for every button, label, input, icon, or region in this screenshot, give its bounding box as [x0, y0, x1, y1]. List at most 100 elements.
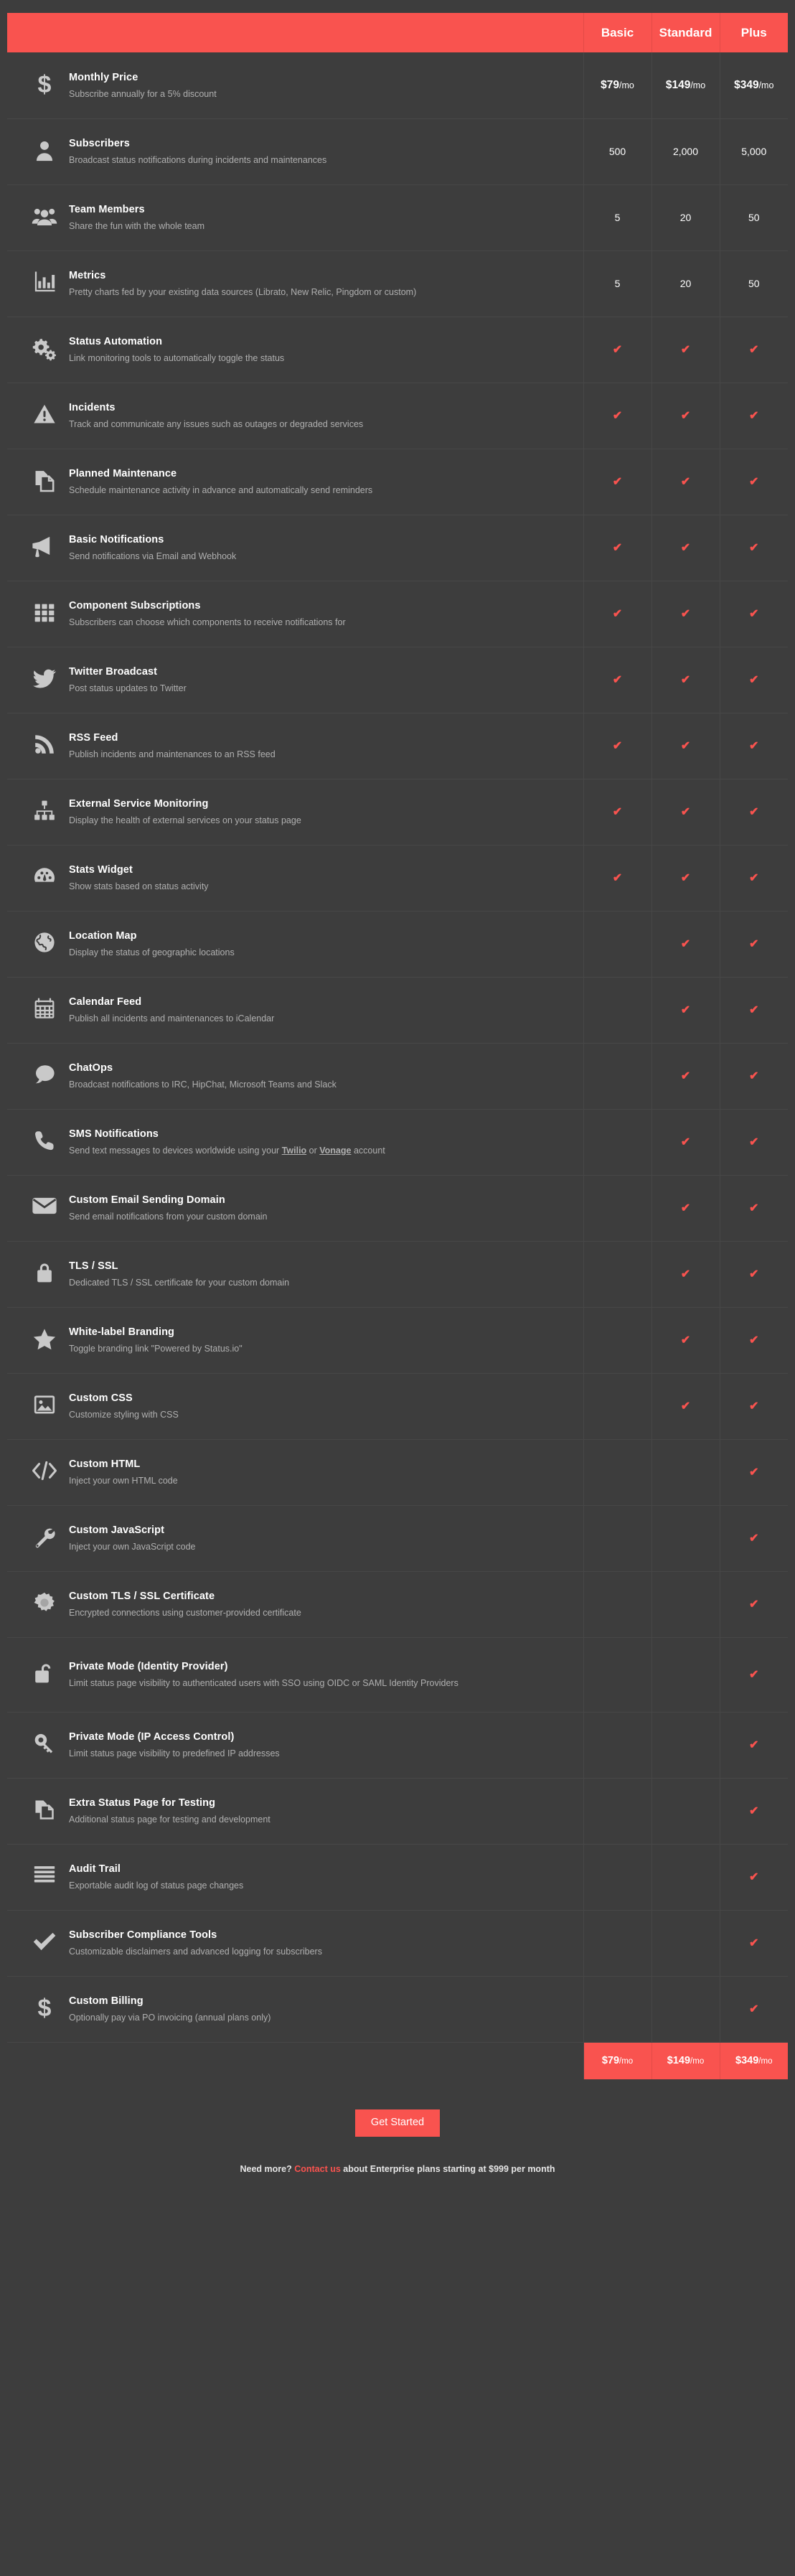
- footer-price-standard[interactable]: $149/mo: [651, 2041, 720, 2079]
- plan-value-plus: ✔: [719, 1373, 788, 1440]
- feature-title: Metrics: [69, 269, 106, 281]
- feature-description-link[interactable]: Twilio: [282, 1146, 307, 1156]
- feature-description: Dedicated TLS / SSL certificate for your…: [69, 1277, 290, 1288]
- grid-icon: [20, 599, 69, 624]
- feature-description-cell: ChatOps Broadcast notifications to IRC, H…: [7, 1043, 583, 1110]
- user-icon: [20, 137, 69, 163]
- plan-value-basic: [583, 1439, 651, 1506]
- feature-title: Audit Trail: [69, 1863, 121, 1875]
- footer-price-plus[interactable]: $349/mo: [719, 2041, 788, 2079]
- feature-description-link[interactable]: Vonage: [319, 1146, 351, 1156]
- plan-value-basic: $79/mo: [583, 52, 651, 119]
- feature-description: Share the fun with the whole team: [69, 220, 205, 231]
- footer-price-basic[interactable]: $79/mo: [583, 2041, 651, 2079]
- feature-description-cell: TLS / SSL Dedicated TLS / SSL certificate…: [7, 1241, 583, 1308]
- plan-value-standard: ✔: [651, 845, 720, 912]
- plan-value-plus: ✔: [719, 1175, 788, 1242]
- check-icon: ✔: [680, 1334, 691, 1346]
- check-icon: ✔: [680, 1069, 691, 1082]
- plan-value-standard: ✔: [651, 317, 720, 383]
- plan-value-basic: [583, 1712, 651, 1779]
- plan-value-basic: [583, 1307, 651, 1374]
- feature-description-cell: Status Automation Link monitoring tools t…: [7, 317, 583, 383]
- plan-value-plus: ✔: [719, 911, 788, 978]
- feature-title: Subscriber Compliance Tools: [69, 1929, 217, 1941]
- gears-icon: [20, 335, 69, 361]
- feature-title: External Service Monitoring: [69, 797, 209, 810]
- feature-description-cell: Subscriber Compliance Tools Customizable …: [7, 1910, 583, 1977]
- plan-value-standard: ✔: [651, 1175, 720, 1242]
- pricing-table-wrapper: Basic Standard Plus $ Monthly Price Subscr…: [7, 0, 788, 2079]
- check-icon: ✔: [612, 409, 623, 422]
- star-icon: [20, 1326, 69, 1352]
- feature-row: $ Custom Billing Optionally pay via PO inv…: [7, 1976, 788, 2043]
- plan-value-basic: ✔: [583, 779, 651, 846]
- check-icon: ✔: [612, 739, 623, 752]
- plan-value-standard: [651, 1571, 720, 1638]
- plan-value-basic: [583, 1109, 651, 1176]
- dollar-sign-icon: $: [37, 70, 52, 98]
- price-amount: $79: [601, 78, 620, 91]
- plan-value-standard: $149/mo: [651, 52, 720, 119]
- feature-row: Team Members Share the fun with the whole…: [7, 184, 788, 251]
- footer-price-plus-suffix: /mo: [758, 2057, 773, 2066]
- feature-title: Custom HTML: [69, 1458, 141, 1470]
- plan-value-basic: [583, 1175, 651, 1242]
- plan-value-plus: ✔: [719, 1241, 788, 1308]
- feature-description-cell: Custom Email Sending Domain Send email no…: [7, 1175, 583, 1242]
- feature-row: Incidents Track and communicate any issue…: [7, 383, 788, 449]
- feature-description: Display the health of external services …: [69, 815, 301, 825]
- feature-description-cell: Subscribers Broadcast status notification…: [7, 118, 583, 185]
- check-icon: ✔: [680, 1202, 691, 1214]
- feature-description: Publish incidents and maintenances to an…: [69, 749, 276, 759]
- check-icon: ✔: [612, 871, 623, 884]
- check-icon: ✔: [749, 1870, 759, 1883]
- plan-header-standard[interactable]: Standard: [651, 13, 720, 52]
- feature-description-cell: Metrics Pretty charts fed by your existin…: [7, 250, 583, 317]
- table-footer: $79/mo $149/mo $349/mo: [7, 2041, 788, 2079]
- rss-feed-icon: [20, 731, 69, 756]
- check-icon: ✔: [612, 607, 623, 620]
- check-icon: ✔: [749, 1069, 759, 1082]
- feature-row: Planned Maintenance Schedule maintenance …: [7, 449, 788, 515]
- feature-description-cell: RSS Feed Publish incidents and maintenanc…: [7, 713, 583, 779]
- feature-description-cell: Component Subscriptions Subscribers can c…: [7, 581, 583, 647]
- plan-value-basic: [583, 911, 651, 978]
- feature-title: Team Members: [69, 203, 145, 215]
- footer-blank-cell: [7, 2041, 584, 2079]
- plan-header-basic[interactable]: Basic: [583, 13, 651, 52]
- plan-value-plus: 50: [719, 184, 788, 251]
- check-icon: ✔: [612, 673, 623, 686]
- contact-us-link[interactable]: Contact us: [294, 2164, 341, 2174]
- check-icon: ✔: [612, 475, 623, 488]
- plan-value-basic: ✔: [583, 383, 651, 449]
- get-started-button[interactable]: Get Started: [354, 2109, 441, 2137]
- check-icon: ✔: [680, 805, 691, 818]
- feature-row: Subscriber Compliance Tools Customizable …: [7, 1910, 788, 1977]
- plan-value-plus: ✔: [719, 1712, 788, 1779]
- feature-description-cell: Custom HTML Inject your own HTML code: [7, 1439, 583, 1506]
- check-icon: ✔: [612, 541, 623, 554]
- feature-title: Private Mode (Identity Provider): [69, 1660, 228, 1672]
- feature-row: Private Mode (Identity Provider) Limit st…: [7, 1637, 788, 1713]
- pricing-comparison-table: Basic Standard Plus $ Monthly Price Subscr…: [7, 13, 788, 2079]
- feature-description: Limit status page visibility to predefin…: [69, 1748, 280, 1758]
- plan-value-plus: ✔: [719, 1778, 788, 1845]
- check-icon: ✔: [680, 1400, 691, 1413]
- check-icon: ✔: [749, 2003, 759, 2015]
- plan-quantity: 50: [748, 278, 760, 289]
- plan-value-plus: 50: [719, 250, 788, 317]
- feature-description: Send notifications via Email and Webhook: [69, 551, 237, 561]
- feature-row: Custom TLS / SSL Certificate Encrypted co…: [7, 1571, 788, 1638]
- plan-value-plus: ✔: [719, 515, 788, 581]
- plan-header-plus[interactable]: Plus: [719, 13, 788, 52]
- image-picture-icon: [20, 1392, 69, 1416]
- feature-description-cell: Twitter Broadcast Post status updates to …: [7, 647, 583, 713]
- price-suffix: /mo: [758, 80, 774, 90]
- plan-value-basic: [583, 1373, 651, 1440]
- plan-value-standard: ✔: [651, 449, 720, 515]
- checkmark-icon: [20, 1929, 69, 1953]
- check-icon: ✔: [680, 1003, 691, 1016]
- plan-value-standard: ✔: [651, 911, 720, 978]
- feature-description-cell: Private Mode (Identity Provider) Limit st…: [7, 1637, 583, 1713]
